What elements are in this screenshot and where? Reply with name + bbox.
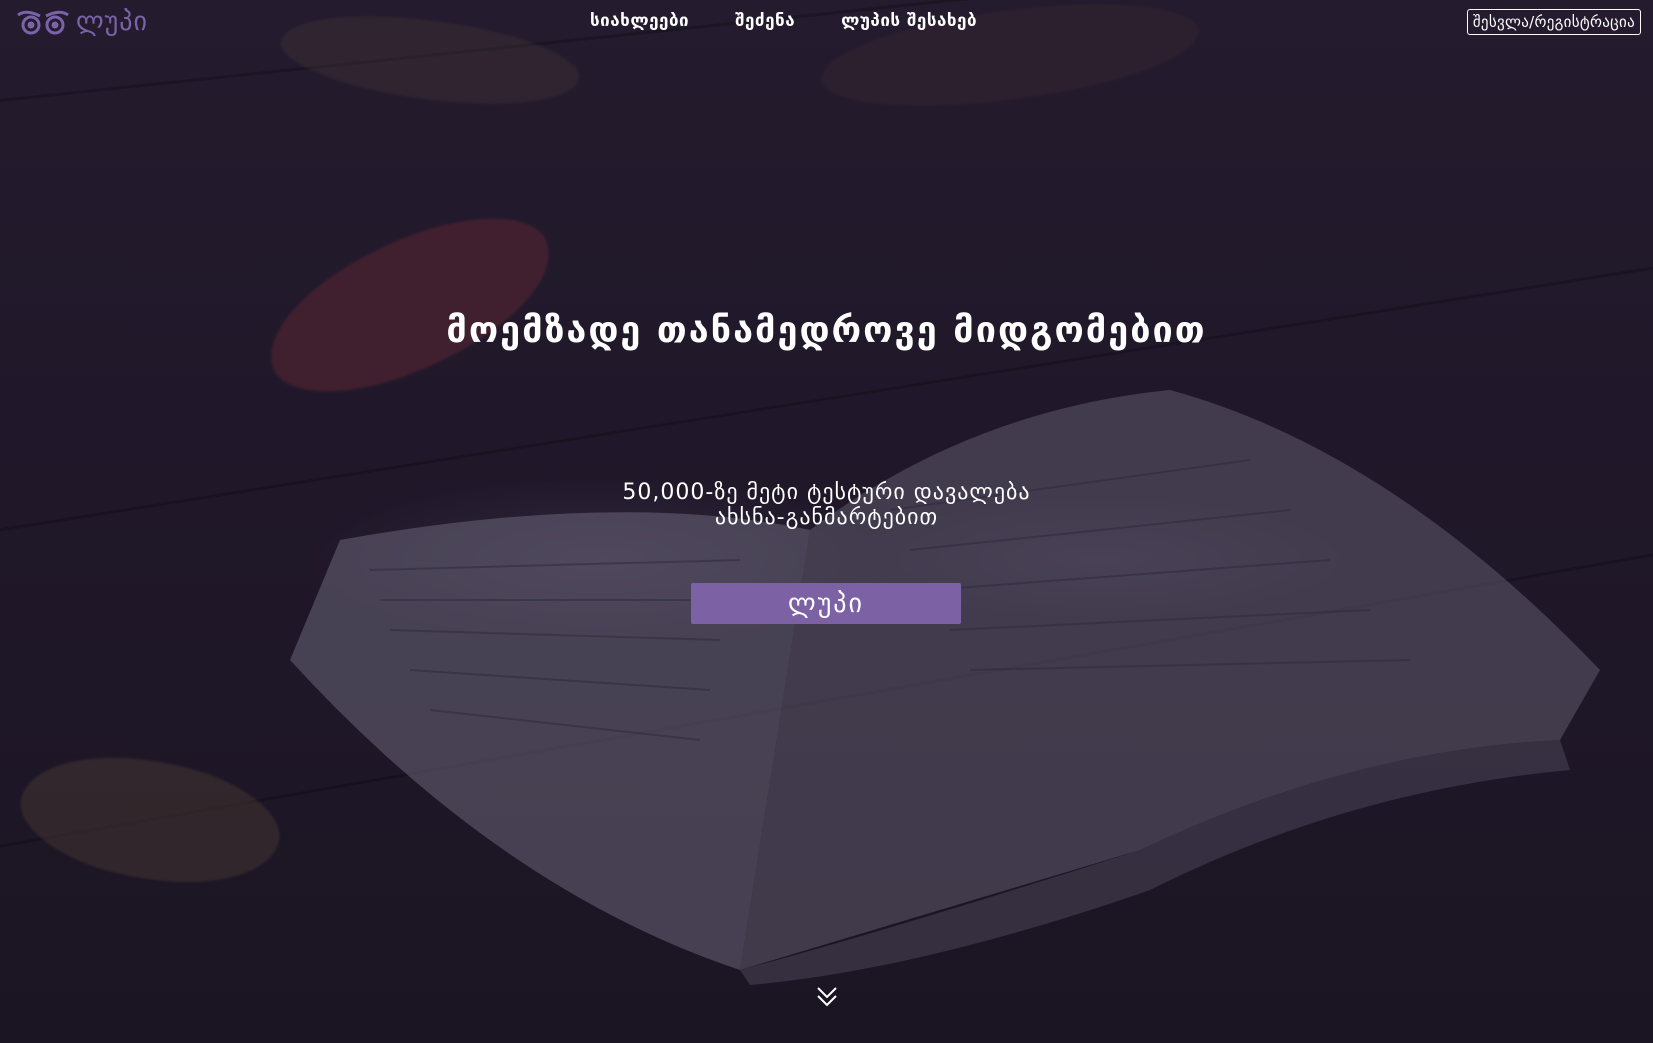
- nav-item-about[interactable]: ლუპის შესახებ: [841, 11, 977, 31]
- cta-button[interactable]: ლუპი: [691, 583, 961, 624]
- logo[interactable]: ლუპი: [16, 7, 148, 37]
- nav-item-news[interactable]: სიახლეები: [590, 11, 689, 31]
- logo-text: ლუპი: [76, 7, 148, 37]
- hero-subline: 50,000-ზე მეტი ტესტური დავალება ახსნა-გა…: [0, 480, 1653, 530]
- nav-links: სიახლეები შეძენა ლუპის შესახებ: [590, 11, 977, 31]
- hero-section: ლუპი სიახლეები შეძენა ლუპის შესახებ შესვ…: [0, 0, 1653, 1043]
- hero-subline-line-1: 50,000-ზე მეტი ტესტური დავალება: [622, 480, 1031, 505]
- hero-headline: მოემზადე თანამედროვე მიდგომებით: [446, 310, 1207, 351]
- hero-subline-line-2: ახსნა-განმარტებით: [714, 505, 939, 530]
- owl-eyes-icon: [17, 10, 69, 35]
- nav-item-purchase[interactable]: შეძენა: [735, 11, 795, 31]
- double-chevron-down-icon[interactable]: [814, 985, 840, 1009]
- login-register-button[interactable]: შესვლა/რეგისტრაცია: [1466, 9, 1641, 35]
- navbar: ლუპი სიახლეები შეძენა ლუპის შესახებ შესვ…: [0, 0, 1653, 44]
